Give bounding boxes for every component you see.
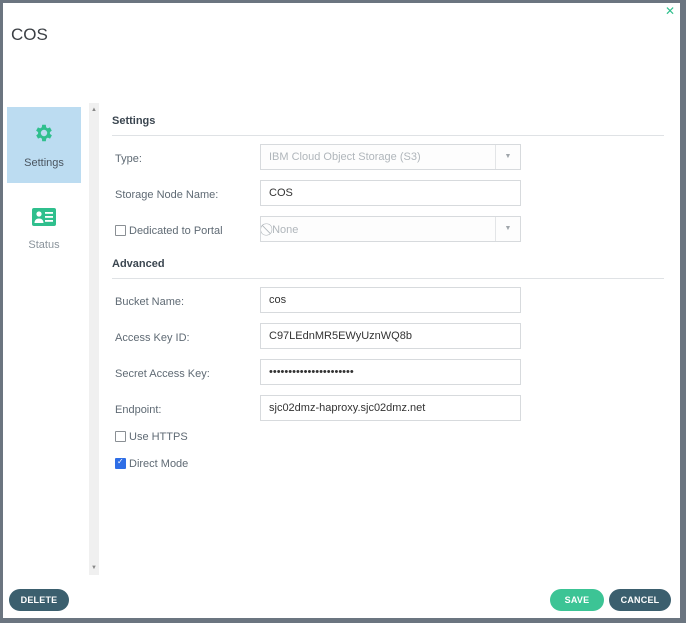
endpoint-row: Endpoint: sjc02dmz-haproxy.sjc02dmz.net: [112, 395, 664, 431]
https-checkbox[interactable]: [115, 430, 126, 442]
type-select[interactable]: IBM Cloud Object Storage (S3) ▼: [260, 144, 521, 170]
close-icon[interactable]: ✕: [665, 5, 675, 17]
section-title-advanced: Advanced: [112, 254, 664, 279]
node-name-row: Storage Node Name: COS: [112, 180, 664, 216]
dedicated-label-wrap: Dedicated to Portal: [115, 224, 223, 237]
cancel-button[interactable]: CANCEL: [609, 589, 671, 611]
scroll-up-icon[interactable]: ▲: [89, 105, 99, 115]
bucket-row: Bucket Name: cos: [112, 287, 664, 323]
https-row: Use HTTPS: [112, 430, 664, 458]
endpoint-input[interactable]: sjc02dmz-haproxy.sjc02dmz.net: [260, 395, 521, 421]
access-key-row: Access Key ID: C97LEdnMR5EWyUznWQ8b: [112, 323, 664, 359]
gear-icon: [33, 122, 55, 149]
nav-item-label: Settings: [24, 156, 64, 169]
bucket-label: Bucket Name:: [115, 296, 185, 308]
portal-value: None: [272, 224, 299, 236]
dedicated-label: Dedicated to Portal: [129, 225, 223, 237]
dedicated-row: Dedicated to Portal ⃠ None ▼: [112, 216, 664, 252]
nav-item-settings[interactable]: Settings: [7, 107, 81, 183]
section-title-settings: Settings: [112, 111, 664, 136]
type-value: IBM Cloud Object Storage (S3): [269, 151, 421, 163]
direct-mode-row: Direct Mode: [112, 457, 664, 485]
https-label: Use HTTPS: [129, 431, 188, 443]
nav-item-status[interactable]: Status: [7, 191, 81, 267]
access-key-label: Access Key ID:: [115, 332, 190, 344]
type-row: Type: IBM Cloud Object Storage (S3) ▼: [112, 144, 664, 180]
dialog-title: COS: [11, 25, 48, 44]
secret-input[interactable]: ••••••••••••••••••••••: [260, 359, 521, 385]
scrollbar[interactable]: ▲ ▼: [89, 103, 99, 575]
delete-button[interactable]: DELETE: [9, 589, 69, 611]
nav-item-label: Status: [28, 238, 60, 251]
portal-select[interactable]: ⃠ None ▼: [260, 216, 521, 242]
access-key-input[interactable]: C97LEdnMR5EWyUznWQ8b: [260, 323, 521, 349]
direct-mode-checkbox[interactable]: [115, 457, 126, 469]
node-name-input[interactable]: COS: [260, 180, 521, 206]
type-label: Type:: [115, 153, 142, 165]
scroll-down-icon[interactable]: ▼: [89, 563, 99, 573]
secret-label: Secret Access Key:: [115, 368, 210, 380]
chevron-down-icon: ▼: [495, 145, 520, 169]
secret-row: Secret Access Key: •••••••••••••••••••••…: [112, 359, 664, 395]
node-name-label: Storage Node Name:: [115, 189, 219, 201]
endpoint-label: Endpoint:: [115, 404, 162, 416]
side-nav: Settings Status: [7, 107, 83, 275]
direct-mode-label: Direct Mode: [129, 458, 189, 470]
save-button[interactable]: SAVE: [550, 589, 604, 611]
chevron-down-icon: ▼: [495, 217, 520, 241]
bucket-input[interactable]: cos: [260, 287, 521, 313]
id-card-icon: [32, 207, 56, 231]
storage-node-dialog: COS ✕ Settings Status ▲ ▼ Settings Type:…: [3, 3, 680, 618]
dedicated-checkbox[interactable]: [115, 224, 126, 236]
settings-panel: Settings Type: IBM Cloud Object Storage …: [112, 111, 664, 485]
